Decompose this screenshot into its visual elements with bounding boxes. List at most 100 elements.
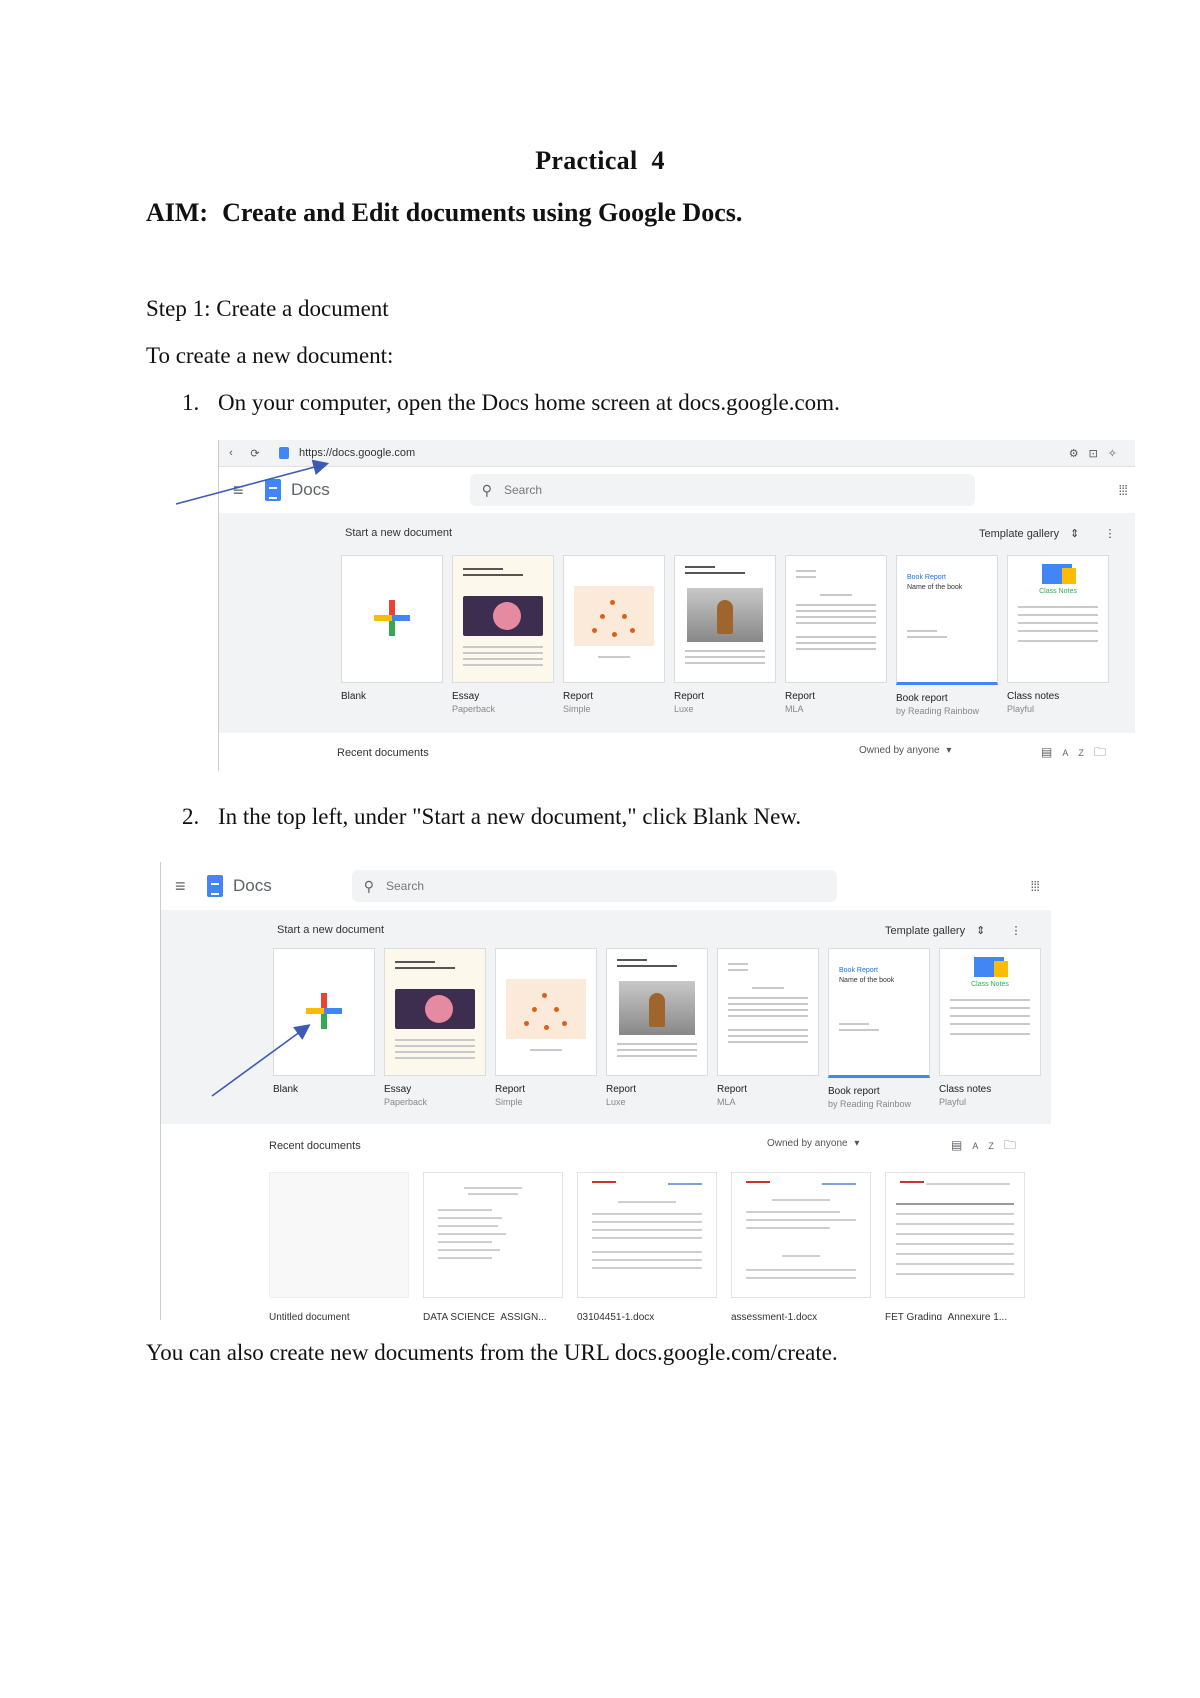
template-card-class-notes[interactable]: Class Notes Class notes Playful: [939, 948, 1041, 1109]
template-name: Report: [495, 1084, 526, 1095]
menu-icon[interactable]: ≡: [233, 480, 251, 501]
step1-heading: Step 1: Create a document: [146, 296, 389, 321]
owner-filter-label: Owned by anyone: [767, 1138, 848, 1149]
template-name: Report: [606, 1084, 637, 1095]
essay-thumbnail[interactable]: [452, 555, 554, 683]
docs-logo-icon[interactable]: [265, 479, 281, 501]
recent-heading: Recent documents: [269, 1140, 361, 1152]
gallery-heading: Start a new document: [277, 924, 385, 936]
recent-doc-thumbnail[interactable]: [423, 1172, 563, 1298]
recent-doc-card[interactable]: DATA SCIENCE_ASSIGN...: [423, 1172, 563, 1320]
owner-filter[interactable]: Owned by anyone ▾: [859, 745, 951, 756]
docs-logo-icon[interactable]: [207, 875, 223, 897]
search-icon: ⚲: [363, 877, 374, 894]
sort-az-icon[interactable]: AZ: [1062, 748, 1094, 758]
template-card-book-report[interactable]: Book Report Name of the book Book report…: [896, 555, 998, 716]
template-gallery-button[interactable]: Template gallery ⇕ ⋮: [885, 924, 1021, 937]
back-icon[interactable]: ‹: [219, 447, 243, 459]
book-report-thumbnail[interactable]: Book Report Name of the book: [896, 555, 998, 685]
blank-thumbnail[interactable]: [273, 948, 375, 1076]
apps-grid-icon[interactable]: ⁞⁞⁞: [1118, 482, 1128, 498]
browser-actions-icon[interactable]: ⚙⊡✧: [1069, 447, 1127, 460]
search-icon: ⚲: [481, 481, 492, 498]
search-placeholder: Search: [504, 483, 543, 497]
template-card-book-report[interactable]: Book Report Name of the book Book report…: [828, 948, 930, 1109]
template-sub: Paperback: [384, 1097, 428, 1107]
template-name: Blank: [341, 691, 367, 702]
template-gallery-button[interactable]: Template gallery ⇕ ⋮: [979, 527, 1115, 540]
more-icon[interactable]: ⋮: [1010, 925, 1021, 937]
docs-appbar: ≡ Docs ⚲ Search ⁞⁞⁞: [219, 467, 1135, 513]
owner-filter-label: Owned by anyone: [859, 745, 940, 756]
url-bar[interactable]: https://docs.google.com: [299, 447, 415, 459]
recent-doc-name: DATA SCIENCE_ASSIGN...: [423, 1312, 547, 1320]
apps-grid-icon[interactable]: ⁞⁞⁞: [1030, 878, 1040, 894]
docs-brand: Docs: [233, 876, 272, 895]
template-gallery-label: Template gallery: [979, 528, 1060, 540]
essay-thumbnail[interactable]: [384, 948, 486, 1076]
search-input[interactable]: ⚲ Search: [469, 474, 975, 506]
class-notes-thumbnail[interactable]: Class Notes: [939, 948, 1041, 1076]
template-card-blank[interactable]: Blank: [341, 555, 443, 716]
list-number-2: 2.: [182, 804, 200, 829]
plus-icon: [374, 600, 410, 636]
folder-icon[interactable]: 🗀: [1094, 745, 1116, 759]
report-mla-thumbnail[interactable]: [717, 948, 819, 1076]
recent-doc-thumbnail[interactable]: [731, 1172, 871, 1298]
template-card-report-simple[interactable]: Report Simple: [495, 948, 597, 1109]
recent-doc-thumbnail[interactable]: [269, 1172, 409, 1298]
report-luxe-thumbnail[interactable]: [674, 555, 776, 683]
recent-doc-card[interactable]: Untitled document: [269, 1172, 409, 1320]
list-item-2: 2. In the top left, under "Start a new do…: [182, 804, 801, 830]
blank-thumbnail[interactable]: [341, 555, 443, 683]
template-card-essay[interactable]: Essay Paperback: [452, 555, 554, 716]
recent-doc-card[interactable]: 03104451-1.docx: [577, 1172, 717, 1320]
report-mla-thumbnail[interactable]: [785, 555, 887, 683]
recent-doc-card[interactable]: FET Grading_Annexure 1...: [885, 1172, 1025, 1320]
template-card-report-luxe[interactable]: Report Luxe: [606, 948, 708, 1109]
report-simple-thumbnail[interactable]: [495, 948, 597, 1076]
sort-az-icon[interactable]: AZ: [972, 1141, 1004, 1151]
owner-filter[interactable]: Owned by anyone ▾: [767, 1138, 859, 1149]
book-report-thumbnail[interactable]: Book Report Name of the book: [828, 948, 930, 1078]
class-notes-thumbnail[interactable]: Class Notes: [1007, 555, 1109, 683]
template-card-report-simple[interactable]: Report Simple: [563, 555, 665, 716]
template-card-essay[interactable]: Essay Paperback: [384, 948, 486, 1109]
list-view-icon[interactable]: ▤: [1041, 745, 1062, 759]
template-sub: Simple: [495, 1097, 523, 1107]
template-card-report-luxe[interactable]: Report Luxe: [674, 555, 776, 716]
recent-doc-card[interactable]: assessment-1.docx: [731, 1172, 871, 1320]
recent-doc-thumbnail[interactable]: [577, 1172, 717, 1298]
report-simple-thumbnail[interactable]: [563, 555, 665, 683]
template-cards: Blank Essay Paperback Report Simple Repo…: [273, 948, 1050, 1109]
template-name: Class notes: [939, 1084, 992, 1095]
template-name: Report: [717, 1084, 748, 1095]
recent-doc-name: assessment-1.docx: [731, 1312, 818, 1320]
template-card-report-mla[interactable]: Report MLA: [717, 948, 819, 1109]
template-card-blank[interactable]: Blank: [273, 948, 375, 1109]
recent-doc-name: Untitled document: [269, 1312, 350, 1320]
template-card-report-mla[interactable]: Report MLA: [785, 555, 887, 716]
reload-icon[interactable]: ⟳: [243, 447, 267, 460]
list-view-icon[interactable]: ▤: [951, 1138, 972, 1152]
report-luxe-thumbnail[interactable]: [606, 948, 708, 1076]
template-name: Essay: [452, 691, 480, 702]
more-icon[interactable]: ⋮: [1104, 528, 1115, 540]
template-card-class-notes[interactable]: Class Notes Class notes Playful: [1007, 555, 1109, 716]
template-name: Report: [674, 691, 705, 702]
title-number: 4: [651, 146, 665, 175]
screenshot-start-new-document: ≡ Docs ⚲ Search ⁞⁞⁞ Start a new document…: [160, 862, 1051, 1320]
document-title: Practical 4: [0, 146, 1200, 176]
template-gallery-label: Template gallery: [885, 925, 966, 937]
template-cards: Blank Essay Paperback Report Simple Repo…: [341, 555, 1118, 716]
recent-doc-thumbnail[interactable]: [885, 1172, 1025, 1298]
menu-icon[interactable]: ≡: [175, 876, 193, 897]
template-sub: MLA: [785, 704, 804, 714]
search-input[interactable]: ⚲ Search: [351, 870, 837, 902]
view-controls: ▤AZ🗀: [1041, 743, 1116, 764]
list-text-1: On your computer, open the Docs home scr…: [218, 390, 840, 415]
folder-icon[interactable]: 🗀: [1004, 1138, 1026, 1152]
template-sub: Playful: [1007, 704, 1035, 714]
list-item-1: 1. On your computer, open the Docs home s…: [182, 390, 840, 416]
docs-brand: Docs: [291, 480, 330, 499]
